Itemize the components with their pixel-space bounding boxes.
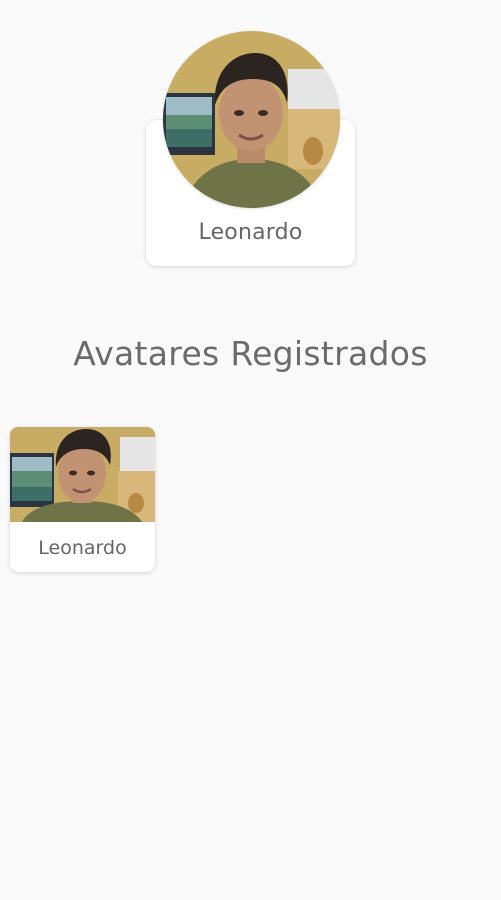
registered-avatars-title: Avatares Registrados [73,334,428,373]
current-avatar-name: Leonardo [198,220,303,245]
screen: Leonardo Avatares Registrados Leonardo [0,0,501,900]
registered-avatar-name: Leonardo [38,537,127,559]
current-avatar-photo [163,31,340,208]
registered-avatar-photo [10,427,155,522]
registered-avatar-card[interactable]: Leonardo [10,427,155,572]
